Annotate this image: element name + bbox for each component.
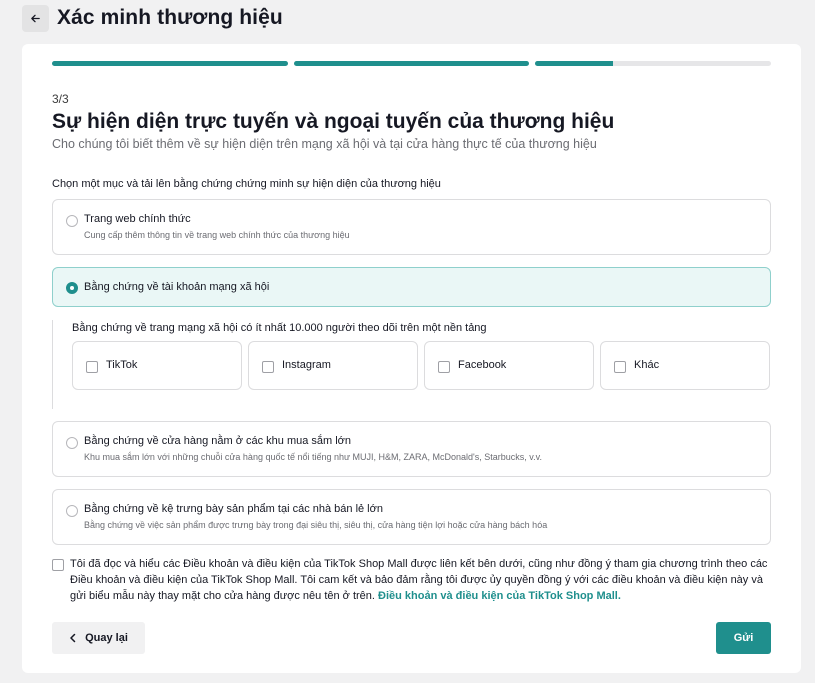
arrow-left-icon	[31, 14, 40, 22]
checkbox-other[interactable]	[614, 361, 626, 373]
back-step-button[interactable]: Quay lại	[52, 622, 145, 654]
checkbox-tiktok[interactable]	[86, 361, 98, 373]
social-proof-title: Bằng chứng về trang mạng xã hội có ít nh…	[72, 322, 487, 334]
option-label: Bằng chứng về cửa hàng nằm ở các khu mua…	[84, 435, 352, 447]
progress-segment-2	[293, 61, 530, 66]
section-subtitle: Cho chúng tôi biết thêm về sự hiện diện …	[52, 137, 597, 151]
option-shopping-mall[interactable]: Bằng chứng về cửa hàng nằm ở các khu mua…	[52, 421, 771, 477]
social-proof-section: Bằng chứng về trang mạng xã hội có ít nh…	[52, 320, 771, 409]
option-label: Bằng chứng về tài khoản mạng xã hội	[84, 281, 270, 293]
platform-tiktok[interactable]: TikTok	[72, 341, 242, 390]
option-label: Trang web chính thức	[84, 213, 191, 225]
back-button[interactable]	[22, 4, 49, 32]
option-description: Bằng chứng về việc sản phẩm được trưng b…	[84, 520, 548, 530]
progress-segment-3	[535, 61, 772, 66]
platform-label: Instagram	[282, 359, 331, 371]
radio-social-media[interactable]	[66, 282, 78, 294]
progress-segment-1	[52, 61, 288, 66]
radio-shopping-mall[interactable]	[66, 437, 78, 449]
chevron-left-icon	[70, 633, 76, 643]
form-card: 3/3 Sự hiện diện trực tuyến và ngoại tuy…	[22, 44, 801, 673]
checkbox-facebook[interactable]	[438, 361, 450, 373]
option-official-website[interactable]: Trang web chính thức Cung cấp thêm thông…	[52, 199, 771, 255]
back-label: Quay lại	[85, 632, 128, 644]
platform-label: TikTok	[106, 359, 138, 371]
terms-checkbox[interactable]	[52, 559, 64, 571]
progress-bar	[52, 61, 772, 67]
radio-official-website[interactable]	[66, 215, 78, 227]
terms-text: Tôi đã đọc và hiểu các Điều khoản và điề…	[70, 556, 775, 604]
terms-link[interactable]: Điều khoản và điều kiện của TikTok Shop …	[378, 590, 621, 602]
option-social-media[interactable]: Bằng chứng về tài khoản mạng xã hội	[52, 267, 771, 307]
page-header: Xác minh thương hiệu	[22, 4, 283, 32]
section-title: Sự hiện diện trực tuyến và ngoại tuyến c…	[52, 110, 615, 133]
selection-prompt: Chọn một mục và tải lên bằng chứng chứng…	[52, 178, 441, 190]
page-title: Xác minh thương hiệu	[57, 6, 283, 29]
option-description: Cung cấp thêm thông tin về trang web chí…	[84, 230, 350, 240]
platform-label: Facebook	[458, 359, 507, 371]
radio-retail-display[interactable]	[66, 505, 78, 517]
submit-button[interactable]: Gửi	[716, 622, 771, 654]
option-description: Khu mua sắm lớn với những chuỗi cửa hàng…	[84, 452, 542, 462]
option-retail-display[interactable]: Bằng chứng về kệ trưng bày sản phẩm tại …	[52, 489, 771, 545]
option-label: Bằng chứng về kệ trưng bày sản phẩm tại …	[84, 503, 383, 515]
step-indicator: 3/3	[52, 92, 69, 106]
platform-label: Khác	[634, 359, 660, 371]
checkbox-instagram[interactable]	[262, 361, 274, 373]
platform-other[interactable]: Khác	[600, 341, 770, 390]
platform-facebook[interactable]: Facebook	[424, 341, 594, 390]
platform-instagram[interactable]: Instagram	[248, 341, 418, 390]
